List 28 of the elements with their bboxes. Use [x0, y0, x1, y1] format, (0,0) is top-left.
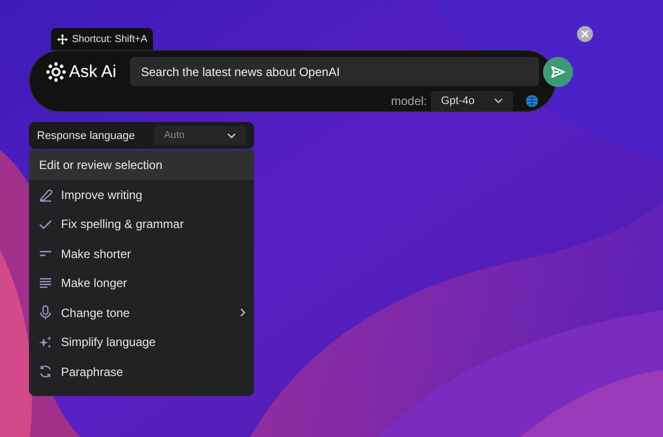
- menu-item[interactable]: Simplify language: [29, 328, 254, 357]
- chevron-down-icon: [227, 132, 236, 138]
- chevron-down-icon: [494, 98, 503, 104]
- close-icon: [581, 30, 589, 38]
- menu-item[interactable]: Make longer: [29, 268, 254, 298]
- menu-item[interactable]: Improve writing: [29, 180, 254, 210]
- menu-item[interactable]: Fix spelling & grammar: [29, 210, 254, 239]
- microphone-icon: [38, 305, 53, 320]
- menu-item[interactable]: Change tone: [29, 298, 254, 328]
- sparkles-icon: [38, 334, 53, 350]
- sun-logo-icon: [46, 62, 66, 82]
- search-field[interactable]: Search the latest news about OpenAI: [130, 57, 539, 86]
- menu-heading: Edit or review selection: [29, 150, 254, 180]
- logo-text: Ask Ai: [69, 62, 116, 82]
- menu-item[interactable]: Paraphrase: [29, 357, 254, 386]
- model-label: model:: [390, 94, 427, 108]
- globe-icon[interactable]: [525, 94, 539, 108]
- model-select[interactable]: Gpt-4o: [431, 90, 513, 111]
- language-label: Response language: [37, 130, 135, 142]
- menu-item[interactable]: Make shorter: [29, 239, 254, 268]
- move-icon: [57, 34, 68, 44]
- refresh-icon: [38, 364, 53, 380]
- chevron-right-icon: [240, 308, 246, 318]
- pen-icon: [38, 187, 53, 202]
- lines-icon: [38, 276, 53, 291]
- shortcut-label: Shortcut: Shift+A: [72, 34, 148, 44]
- send-icon: [551, 65, 565, 79]
- language-select[interactable]: Auto: [154, 126, 246, 145]
